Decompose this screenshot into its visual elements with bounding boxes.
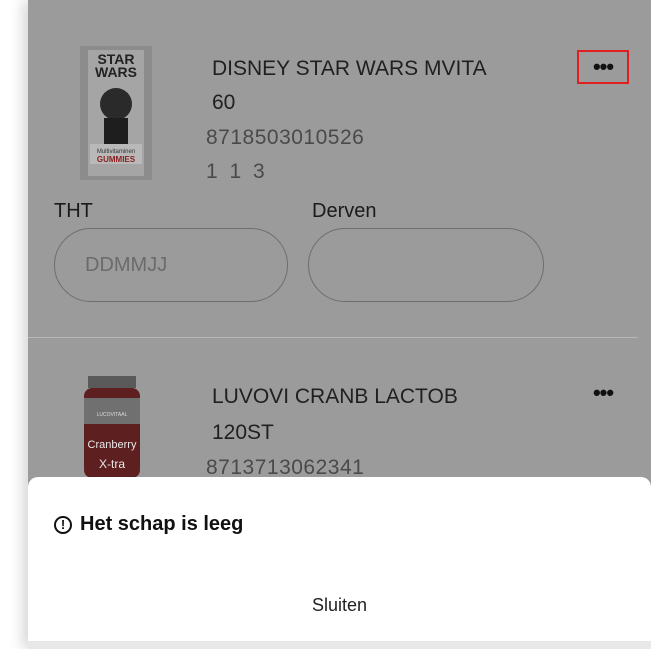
tht-label: THT [54, 200, 93, 222]
product-size: 60 [212, 91, 236, 114]
product-name: LUVOVI CRANB LACTOB [212, 385, 458, 408]
sheet-bottom-bar [28, 641, 651, 649]
product-image: LUCOVITAAL Cranberry X-tra [84, 376, 140, 478]
more-options-icon[interactable]: ••• [577, 50, 629, 84]
sheet-title-text: Het schap is leeg [80, 513, 244, 535]
sheet-title: ! Het schap is leeg [54, 513, 243, 536]
alert-icon: ! [54, 515, 72, 534]
product-image: STAR WARS Multivitaminen GUMMIES [80, 46, 152, 180]
svg-text:X-tra: X-tra [99, 457, 125, 471]
close-button[interactable]: Sluiten [28, 583, 651, 627]
tht-input[interactable]: DDMMJJ [54, 228, 288, 302]
bottom-sheet: ! Het schap is leeg Sluiten [28, 477, 651, 649]
more-options-icon[interactable]: ••• [577, 376, 629, 410]
derven-label: Derven [312, 200, 377, 222]
svg-text:WARS: WARS [95, 64, 137, 80]
svg-text:Cranberry: Cranberry [88, 439, 137, 451]
product-size: 120ST [212, 421, 274, 444]
product-name: DISNEY STAR WARS MVITA [212, 57, 487, 80]
product-ean: 8718503010526 [206, 126, 365, 149]
derven-input[interactable] [308, 228, 544, 302]
product-card: LUCOVITAAL Cranberry X-tra LUVOVI CRANB … [28, 338, 651, 479]
product-location: 1 1 3 [206, 160, 268, 183]
svg-text:GUMMIES: GUMMIES [97, 155, 136, 164]
product-list-screen: STAR WARS Multivitaminen GUMMIES DISNEY … [28, 0, 651, 649]
svg-text:LUCOVITAAL: LUCOVITAAL [97, 412, 128, 418]
product-card: STAR WARS Multivitaminen GUMMIES DISNEY … [28, 0, 651, 337]
